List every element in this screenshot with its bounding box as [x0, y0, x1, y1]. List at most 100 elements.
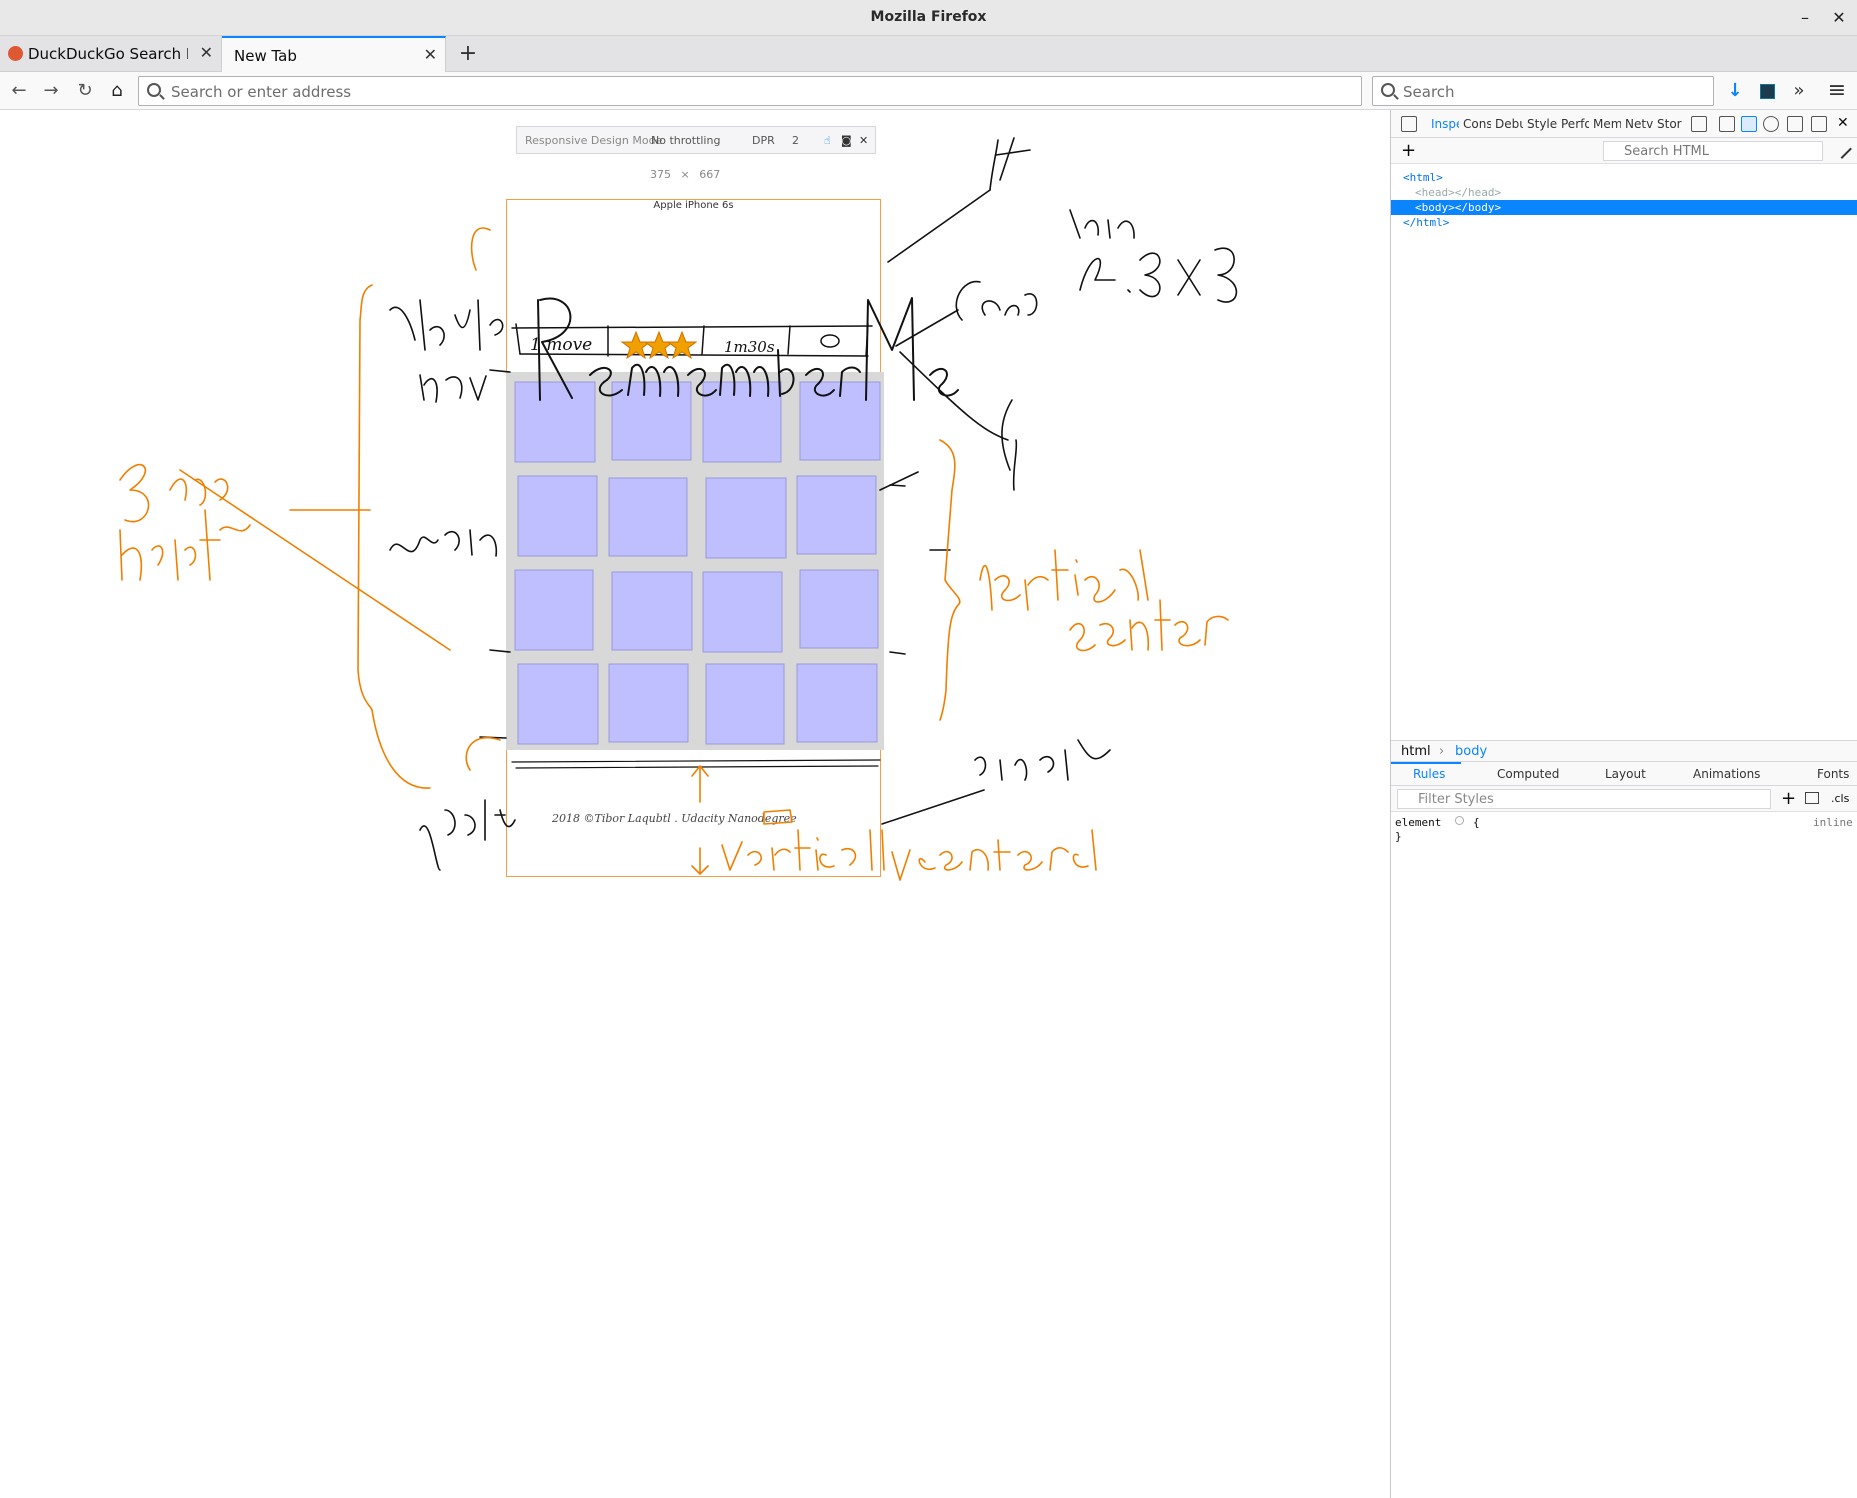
active-tab-indicator: [1391, 762, 1461, 764]
tab-rules[interactable]: Rules: [1413, 767, 1445, 781]
window-titlebar: Mozilla Firefox – ✕: [0, 0, 1857, 36]
filter-placeholder: Filter Styles: [1418, 792, 1494, 807]
close-devtools-icon[interactable]: ✕: [1837, 115, 1849, 131]
sketch-card: [608, 663, 689, 743]
rule-close-brace: }: [1395, 830, 1402, 843]
eyedropper-icon[interactable]: [1832, 139, 1852, 159]
tab-debugger[interactable]: Debu: [1495, 117, 1523, 131]
rule-source: inline: [1813, 816, 1853, 829]
url-placeholder: Search or enter address: [171, 83, 352, 101]
add-rule-button[interactable]: +: [1781, 788, 1796, 809]
tab-new-tab[interactable]: New Tab ✕: [222, 36, 446, 72]
tab-label: New Tab: [234, 47, 297, 65]
tab-inspector[interactable]: Inspe: [1431, 117, 1459, 131]
nav-moves-text: 1 move: [530, 335, 592, 355]
rule-open-brace: {: [1473, 816, 1480, 829]
extension-icon: [1760, 84, 1775, 99]
devtools-panel: Inspe Cons Debu Style Perfo Mem Netv Sto…: [1390, 110, 1857, 1498]
tab-layout[interactable]: Layout: [1605, 767, 1646, 781]
search-icon: [1381, 83, 1395, 97]
back-button[interactable]: ←: [6, 78, 32, 104]
tab-animations[interactable]: Animations: [1693, 767, 1760, 781]
search-input[interactable]: Search: [1372, 76, 1714, 106]
tab-computed[interactable]: Computed: [1497, 767, 1559, 781]
sketch-card: [705, 477, 787, 559]
card-grid: [506, 372, 884, 750]
markup-view: <html> <head></head> <body></body> </html>: [1391, 164, 1857, 744]
markup-node-text: <html>: [1403, 171, 1443, 184]
sketch-card: [796, 663, 878, 743]
navigation-toolbar: ← → ↻ ⌂ Search or enter address Search ↓…: [0, 72, 1857, 110]
forward-button[interactable]: →: [38, 78, 64, 104]
filter-toolbar: Filter Styles + .cls: [1391, 786, 1857, 812]
inspector-toolbar: + Search HTML: [1391, 138, 1857, 164]
add-node-button[interactable]: +: [1401, 140, 1416, 161]
pseudo-class-icon[interactable]: [1805, 792, 1819, 804]
dock-icon[interactable]: [1787, 116, 1803, 132]
extension-button[interactable]: [1754, 78, 1780, 104]
markup-node[interactable]: <html>: [1391, 170, 1857, 185]
markup-node-text: </html>: [1403, 216, 1450, 229]
markup-node[interactable]: </html>: [1391, 215, 1857, 230]
separate-window-icon[interactable]: [1811, 116, 1827, 132]
tab-memory[interactable]: Mem: [1593, 117, 1621, 131]
tab-console[interactable]: Cons: [1463, 117, 1491, 131]
sketch-card: [514, 381, 596, 463]
wireframe-sketch: 1 move 1m30s 2018 ©Tibor Laqubtl . Udaci…: [119, 137, 1238, 881]
overflow-button[interactable]: »: [1786, 78, 1812, 104]
filter-styles-input[interactable]: Filter Styles: [1397, 789, 1771, 809]
element-picker-icon[interactable]: [1401, 116, 1417, 132]
split-console-icon[interactable]: [1719, 116, 1735, 132]
sidebar-tabs: Rules Computed Layout Animations Fonts: [1391, 762, 1857, 786]
tab-fonts[interactable]: Fonts: [1817, 767, 1849, 781]
menu-button[interactable]: ≡: [1824, 78, 1850, 104]
close-window-button[interactable]: ✕: [1828, 7, 1850, 29]
devtools-tab-bar: Inspe Cons Debu Style Perfo Mem Netv Sto…: [1391, 110, 1857, 138]
close-tab-icon[interactable]: ✕: [424, 45, 437, 64]
sketch-card: [514, 569, 594, 651]
tab-label: DuckDuckGo Search Engi: [28, 45, 188, 63]
home-button[interactable]: ⌂: [104, 78, 130, 104]
tab-style-editor[interactable]: Style: [1527, 117, 1557, 131]
rules-view: element { } inline: [1391, 812, 1857, 1498]
page-content: Responsive Design Mode No throttling DPR…: [0, 110, 1390, 1498]
url-input[interactable]: Search or enter address: [138, 76, 1362, 106]
new-tab-button[interactable]: +: [454, 40, 482, 68]
tab-storage[interactable]: Stor: [1657, 117, 1687, 131]
sketch-card: [517, 663, 599, 745]
gear-icon[interactable]: [1763, 116, 1779, 132]
tab-performance[interactable]: Perfo: [1561, 117, 1589, 131]
duckduckgo-icon: [8, 46, 23, 61]
layout-icon[interactable]: [1691, 116, 1707, 132]
breadcrumb-body[interactable]: body: [1455, 744, 1487, 759]
breadcrumb-html[interactable]: html: [1401, 744, 1431, 759]
tab-network[interactable]: Netv: [1625, 117, 1653, 131]
sketch-card: [611, 571, 693, 651]
rule-highlight-icon[interactable]: [1455, 816, 1464, 825]
sketch-card: [608, 477, 688, 557]
markup-node-text: <head></head>: [1415, 186, 1502, 199]
html-search-input[interactable]: Search HTML: [1603, 141, 1823, 161]
reload-button[interactable]: ↻: [72, 78, 98, 104]
close-tab-icon[interactable]: ✕: [200, 43, 213, 62]
rule-selector[interactable]: element: [1395, 816, 1441, 829]
markup-node[interactable]: <body></body>: [1391, 200, 1857, 215]
sketch-card: [799, 569, 879, 649]
sketch-card: [702, 381, 782, 463]
sketch-card: [702, 571, 783, 653]
markup-node[interactable]: <head></head>: [1391, 185, 1857, 200]
sketch-card: [796, 475, 877, 555]
nav-timer-text: 1m30s: [724, 338, 775, 356]
search-placeholder: Search: [1403, 83, 1455, 101]
breadcrumb-separator: ›: [1439, 744, 1445, 759]
window-title: Mozilla Firefox: [870, 9, 987, 25]
responsive-mode-icon[interactable]: [1741, 116, 1757, 132]
markup-node-text: <body></body>: [1415, 201, 1502, 214]
footer-text: 2018 ©Tibor Laqubtl . Udacity Nanodegree: [551, 812, 797, 825]
cls-button[interactable]: .cls: [1831, 792, 1849, 805]
tab-duckduckgo[interactable]: DuckDuckGo Search Engi ✕: [0, 36, 222, 72]
html-search-placeholder: Search HTML: [1624, 144, 1709, 159]
downloads-button[interactable]: ↓: [1722, 78, 1748, 104]
minimize-button[interactable]: –: [1794, 7, 1816, 29]
breadcrumb: html › body: [1391, 740, 1857, 762]
